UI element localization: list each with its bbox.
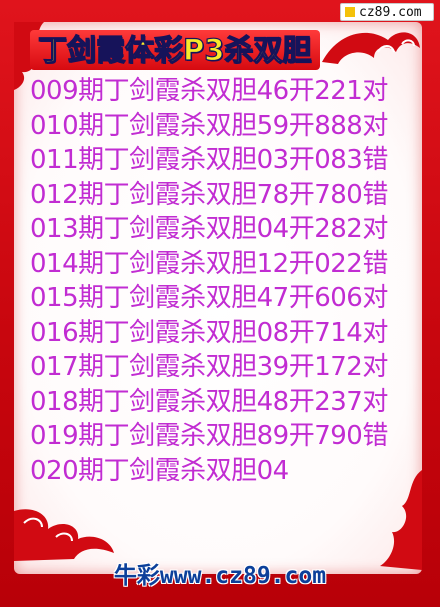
list-item: 010期丁剑霞杀双胆59开888对 (30, 110, 388, 141)
prediction-list: 009期丁剑霞杀双胆46开221对 010期丁剑霞杀双胆59开888对 011期… (30, 74, 388, 488)
list-item: 011期丁剑霞杀双胆03开083错 (30, 145, 388, 175)
cloud-ornament-top-right-icon (322, 32, 420, 64)
list-item: 015期丁剑霞杀双胆47开606对 (30, 283, 388, 313)
list-item: 013期丁剑霞杀双胆04开282对 (30, 214, 388, 244)
footer-site-link[interactable]: 牛彩www.cz89.com (0, 556, 440, 590)
list-item: 018期丁剑霞杀双胆48开237对 (30, 386, 388, 417)
list-item: 009期丁剑霞杀双胆46开221对 (30, 76, 388, 106)
list-item: 019期丁剑霞杀双胆89开790错 (30, 421, 388, 451)
list-item: 017期丁剑霞杀双胆39开172对 (30, 352, 388, 382)
list-item: 016期丁剑霞杀双胆08开714对 (30, 317, 388, 348)
list-item: 014期丁剑霞杀双胆12开022错 (30, 248, 388, 279)
yellow-square-icon (345, 7, 355, 17)
site-badge-text: cz89.com (359, 4, 422, 20)
list-item: 020期丁剑霞杀双胆04 (30, 455, 289, 486)
site-badge[interactable]: cz89.com (340, 3, 434, 21)
page-title: 丁剑霞体彩P3杀双胆 (37, 32, 312, 67)
list-item: 012期丁剑霞杀双胆78开780错 (30, 179, 388, 210)
